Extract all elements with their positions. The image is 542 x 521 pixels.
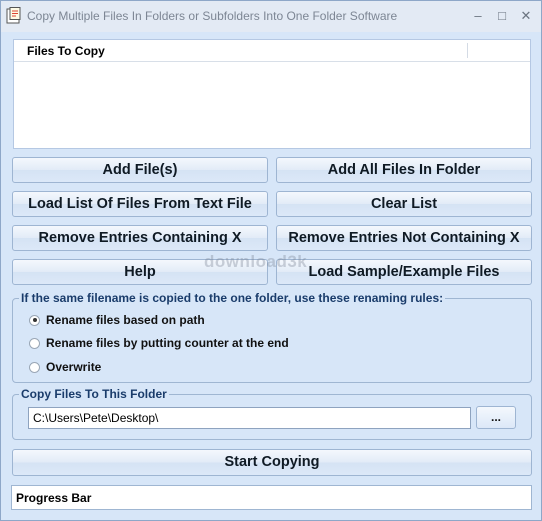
radio-button[interactable] — [29, 361, 40, 373]
files-list-header[interactable]: Files To Copy — [14, 40, 530, 62]
radio-label: Rename files by putting counter at the e… — [46, 336, 289, 350]
remove-entries-containing-button[interactable]: Remove Entries Containing X — [12, 225, 268, 251]
watermark-logo: download3k — [204, 252, 308, 271]
load-sample-files-button[interactable]: Load Sample/Example Files — [276, 259, 532, 285]
radio-label: Rename files based on path — [46, 313, 205, 327]
minimize-button[interactable]: – — [468, 7, 488, 25]
load-list-button[interactable]: Load List Of Files From Text File — [12, 191, 268, 217]
files-list-column-title: Files To Copy — [27, 44, 105, 58]
radio-rename-based-on-path[interactable]: Rename files based on path — [29, 312, 205, 328]
radio-button[interactable] — [29, 314, 40, 326]
close-button[interactable]: ✕ — [516, 7, 536, 25]
radio-label: Overwrite — [46, 360, 102, 374]
add-files-button[interactable]: Add File(s) — [12, 157, 268, 183]
clear-list-button[interactable]: Clear List — [276, 191, 532, 217]
maximize-button[interactable]: □ — [492, 7, 512, 25]
add-all-files-in-folder-button[interactable]: Add All Files In Folder — [276, 157, 532, 183]
column-separator[interactable] — [467, 43, 468, 58]
app-icon — [6, 7, 21, 24]
destination-folder-legend: Copy Files To This Folder — [19, 387, 169, 401]
title-bar: Copy Multiple Files In Folders or Subfol… — [1, 1, 541, 32]
radio-overwrite[interactable]: Overwrite — [29, 359, 101, 375]
browse-folder-button[interactable]: ... — [476, 406, 516, 429]
progress-bar: Progress Bar — [11, 485, 532, 510]
radio-button[interactable] — [29, 337, 40, 349]
radio-rename-counter[interactable]: Rename files by putting counter at the e… — [29, 335, 289, 351]
files-list[interactable]: Files To Copy — [13, 39, 531, 149]
window-title: Copy Multiple Files In Folders or Subfol… — [27, 9, 398, 23]
start-copying-button[interactable]: Start Copying — [12, 449, 532, 476]
destination-folder-input[interactable]: C:\Users\Pete\Desktop\ — [28, 407, 471, 429]
progress-bar-label: Progress Bar — [16, 491, 92, 505]
main-window: Copy Multiple Files In Folders or Subfol… — [0, 0, 542, 521]
renaming-rules-legend: If the same filename is copied to the on… — [19, 291, 446, 305]
remove-entries-not-containing-button[interactable]: Remove Entries Not Containing X — [276, 225, 532, 251]
